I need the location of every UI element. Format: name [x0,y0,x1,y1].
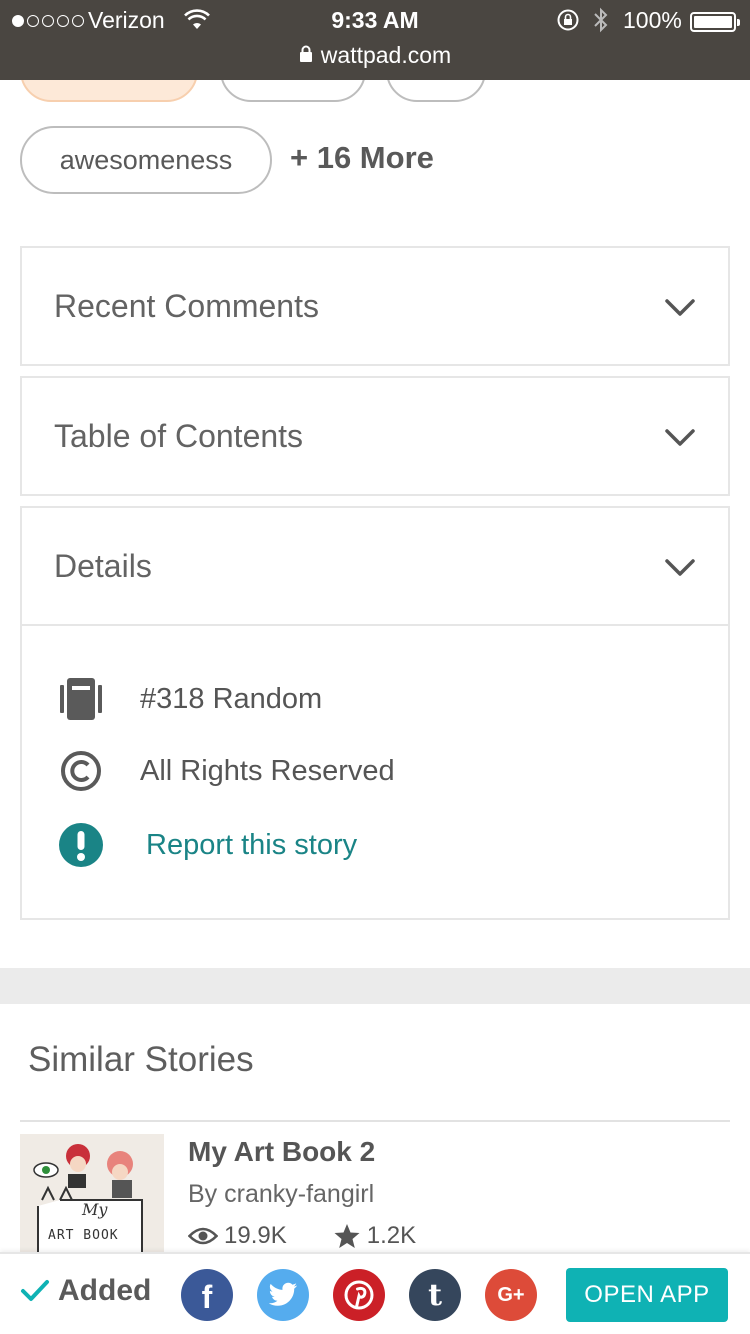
status-row: Verizon 9:33 AM 100% [0,6,750,36]
report-story-link[interactable]: Report this story [146,829,357,862]
battery-percentage: 100% [623,7,682,33]
divider [20,1120,730,1122]
table-of-contents-header[interactable]: Table of Contents [22,378,728,494]
story-cover-image[interactable]: My ART BOOK [20,1134,164,1264]
copyright-icon [56,746,106,796]
star-icon [334,1224,360,1248]
facebook-icon: f [201,1278,213,1315]
share-pinterest-button[interactable] [333,1269,385,1321]
padlock-icon [299,41,313,68]
details-header[interactable]: Details [22,508,728,624]
table-of-contents-section[interactable]: Table of Contents [20,376,730,496]
share-facebook-button[interactable]: f [181,1269,233,1321]
reads-stat: 19.9K [188,1222,287,1250]
bottom-action-bar: Added f t G+ OPEN APP [0,1252,750,1334]
added-label: Added [58,1274,152,1307]
tumblr-icon: t [428,1277,442,1313]
share-google-plus-button[interactable]: G+ [485,1269,537,1321]
added-to-library-button[interactable]: Added [20,1274,151,1308]
rotation-lock-icon [556,8,580,38]
section-divider [0,968,750,1004]
status-bar: Verizon 9:33 AM 100% wattpad.com [0,0,750,80]
eye-icon [188,1227,218,1245]
story-title[interactable]: My Art Book 2 [188,1136,375,1168]
recent-comments-section[interactable]: Recent Comments [20,246,730,366]
bluetooth-icon [592,6,610,40]
pinterest-icon [344,1280,374,1310]
share-tumblr-button[interactable]: t [409,1269,461,1321]
exclamation-icon [56,820,106,870]
open-app-button[interactable]: OPEN APP [566,1268,728,1322]
checkmark-icon [21,1280,49,1301]
ranking-row: #318 Random [56,674,322,724]
twitter-icon [268,1282,297,1306]
copyright-row: All Rights Reserved [56,746,395,796]
votes-stat: 1.2K [333,1222,416,1250]
google-plus-icon: G+ [497,1283,525,1306]
copyright-text: All Rights Reserved [140,754,395,787]
section-title: Recent Comments [54,287,319,324]
details-body: #318 Random All Rights Reserved Report t… [22,624,728,918]
story-author[interactable]: By cranky-fangirl [188,1180,374,1209]
chevron-down-icon [665,559,695,576]
cover-text: My [82,1200,108,1219]
ranking-text: #318 Random [140,682,323,715]
chevron-down-icon [665,299,695,316]
tag-awesomeness[interactable]: awesomeness [20,126,272,194]
story-stats: 19.9K 1.2K [188,1222,462,1250]
report-row[interactable]: Report this story [56,820,357,870]
details-section[interactable]: Details #318 Random All Rights Reserved … [20,506,730,920]
cover-text: ART BOOK [48,1228,119,1243]
chevron-down-icon [665,429,695,446]
votes-count: 1.2K [366,1222,417,1249]
section-title: Details [54,547,152,584]
battery-icon [690,12,740,32]
recent-comments-header[interactable]: Recent Comments [22,248,728,364]
reads-count: 19.9K [224,1222,287,1249]
more-tags-link[interactable]: + 16 More [290,140,434,176]
similar-stories-heading: Similar Stories [28,1040,254,1079]
share-twitter-button[interactable] [257,1269,309,1321]
section-title: Table of Contents [54,417,304,454]
address-bar[interactable]: wattpad.com [0,42,750,69]
url-text: wattpad.com [320,42,452,68]
book-icon [56,674,106,724]
